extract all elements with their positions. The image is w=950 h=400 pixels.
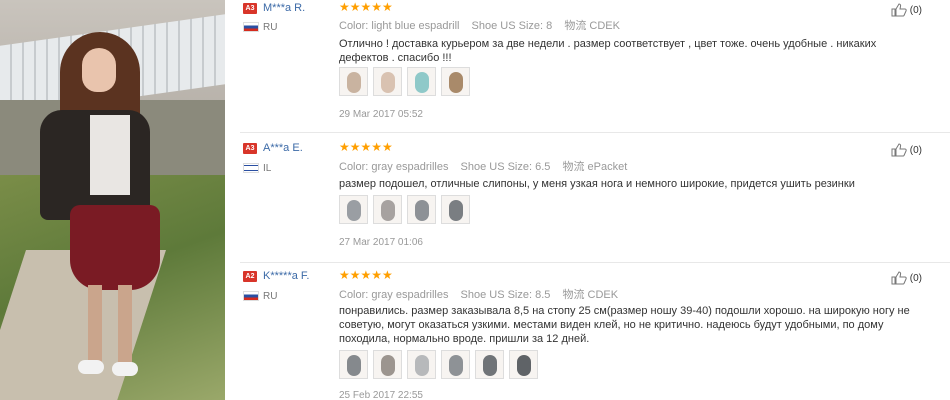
size-label: Shoe US Size:	[460, 161, 533, 173]
review-photo-thumb[interactable]	[407, 67, 436, 96]
shipping-label: 物流	[562, 289, 585, 301]
country-flag-icon	[243, 291, 259, 301]
review-date: 27 Mar 2017 01:06	[339, 237, 423, 248]
thumbs-up-icon	[891, 271, 907, 285]
shoe-thumbnail-image	[347, 72, 361, 93]
shoe-thumbnail-image	[381, 200, 395, 221]
photo-person-leg	[118, 285, 132, 365]
review-photo-thumb[interactable]	[339, 195, 368, 224]
color-label: Color:	[339, 161, 369, 173]
shoe-thumbnail-image	[449, 72, 463, 93]
review-photos	[339, 67, 470, 96]
helpful-count: (0)	[909, 144, 922, 156]
review-photo-thumb[interactable]	[407, 350, 436, 379]
shoe-thumbnail-image	[347, 355, 361, 376]
photo-person-leg	[88, 285, 102, 365]
rating-stars: ★★★★★	[339, 0, 393, 14]
color-value: light blue espadrill	[371, 20, 460, 32]
review-photo-thumb[interactable]	[475, 350, 504, 379]
helpful-button[interactable]: (0)	[891, 143, 922, 157]
color-label: Color:	[339, 20, 369, 32]
shipping-label: 物流	[564, 20, 587, 32]
color-label: Color:	[339, 289, 369, 301]
reviewer-name[interactable]: M***a R.	[263, 2, 305, 14]
review-photo-thumb[interactable]	[339, 67, 368, 96]
order-attributes: Color: light blue espadrill Shoe US Size…	[339, 17, 629, 33]
buyer-level-badge: A2	[243, 271, 257, 282]
photo-person-shoe	[78, 360, 104, 374]
review-photo-thumb[interactable]	[373, 67, 402, 96]
reviewer-country: RU	[263, 22, 278, 33]
rating-stars: ★★★★★	[339, 268, 393, 282]
shipping-label: 物流	[562, 161, 585, 173]
review-photo-thumb[interactable]	[373, 195, 402, 224]
country-flag-icon	[243, 22, 259, 32]
helpful-button[interactable]: (0)	[891, 3, 922, 17]
color-value: gray espadrilles	[371, 289, 449, 301]
order-attributes: Color: gray espadrilles Shoe US Size: 6.…	[339, 158, 636, 174]
shoe-thumbnail-image	[415, 72, 429, 93]
photo-person-shoe	[112, 362, 138, 376]
size-label: Shoe US Size:	[460, 289, 533, 301]
shoe-thumbnail-image	[483, 355, 497, 376]
size-value: 8	[546, 20, 553, 32]
helpful-button[interactable]: (0)	[891, 271, 922, 285]
review-date: 29 Mar 2017 05:52	[339, 109, 423, 120]
rating-stars: ★★★★★	[339, 140, 393, 154]
review-item: A3 A***a E. IL ★★★★★ Color: gray espadri…	[225, 133, 950, 263]
review-photo-thumb[interactable]	[441, 350, 470, 379]
review-photo-thumb[interactable]	[441, 195, 470, 224]
reviewer-name[interactable]: K*****a F.	[263, 270, 309, 282]
review-text: Отлично ! доставка курьером за две недел…	[339, 38, 877, 64]
thumbs-up-icon	[891, 143, 907, 157]
review-photos	[339, 350, 538, 379]
size-label: Shoe US Size:	[471, 20, 544, 32]
shoe-thumbnail-image	[381, 72, 395, 93]
helpful-count: (0)	[909, 272, 922, 284]
photo-person-shirt	[90, 115, 130, 195]
shoe-thumbnail-image	[517, 355, 531, 376]
review-item: A2 K*****a F. RU ★★★★★ Color: gray espad…	[225, 263, 950, 400]
country-flag-icon	[243, 163, 259, 173]
shoe-thumbnail-image	[415, 200, 429, 221]
order-attributes: Color: gray espadrilles Shoe US Size: 8.…	[339, 286, 627, 302]
buyer-level-badge: A3	[243, 143, 257, 154]
size-value: 6.5	[535, 161, 551, 173]
shoe-thumbnail-image	[415, 355, 429, 376]
helpful-count: (0)	[909, 4, 922, 16]
photo-person-face	[82, 48, 116, 92]
review-photo-thumb[interactable]	[407, 195, 436, 224]
shoe-thumbnail-image	[449, 355, 463, 376]
shoe-thumbnail-image	[347, 200, 361, 221]
review-text: размер подошел, отличные слипоны, у меня…	[339, 178, 855, 190]
size-value: 8.5	[535, 289, 551, 301]
photo-person-skirt	[70, 205, 160, 290]
customer-photo	[0, 0, 225, 400]
reviewer-country: RU	[263, 291, 278, 302]
review-photo-thumb[interactable]	[509, 350, 538, 379]
reviewer-country: IL	[263, 163, 272, 174]
shipping-value: CDEK	[589, 20, 620, 32]
review-date: 25 Feb 2017 22:55	[339, 390, 423, 400]
shoe-thumbnail-image	[449, 200, 463, 221]
shipping-value: ePacket	[587, 161, 628, 173]
shipping-value: CDEK	[587, 289, 619, 301]
review-photos	[339, 195, 470, 224]
review-item: A3 M***a R. RU ★★★★★ Color: light blue e…	[225, 0, 950, 133]
review-text: понравились. размер заказывала 8,5 на ст…	[339, 305, 910, 345]
buyer-level-badge: A3	[243, 3, 257, 14]
review-photo-thumb[interactable]	[441, 67, 470, 96]
reviewer-name[interactable]: A***a E.	[263, 142, 303, 154]
color-value: gray espadrilles	[371, 161, 449, 173]
shoe-thumbnail-image	[381, 355, 395, 376]
thumbs-up-icon	[891, 3, 907, 17]
review-photo-thumb[interactable]	[339, 350, 368, 379]
reviews-list: A3 M***a R. RU ★★★★★ Color: light blue e…	[225, 0, 950, 400]
review-photo-thumb[interactable]	[373, 350, 402, 379]
